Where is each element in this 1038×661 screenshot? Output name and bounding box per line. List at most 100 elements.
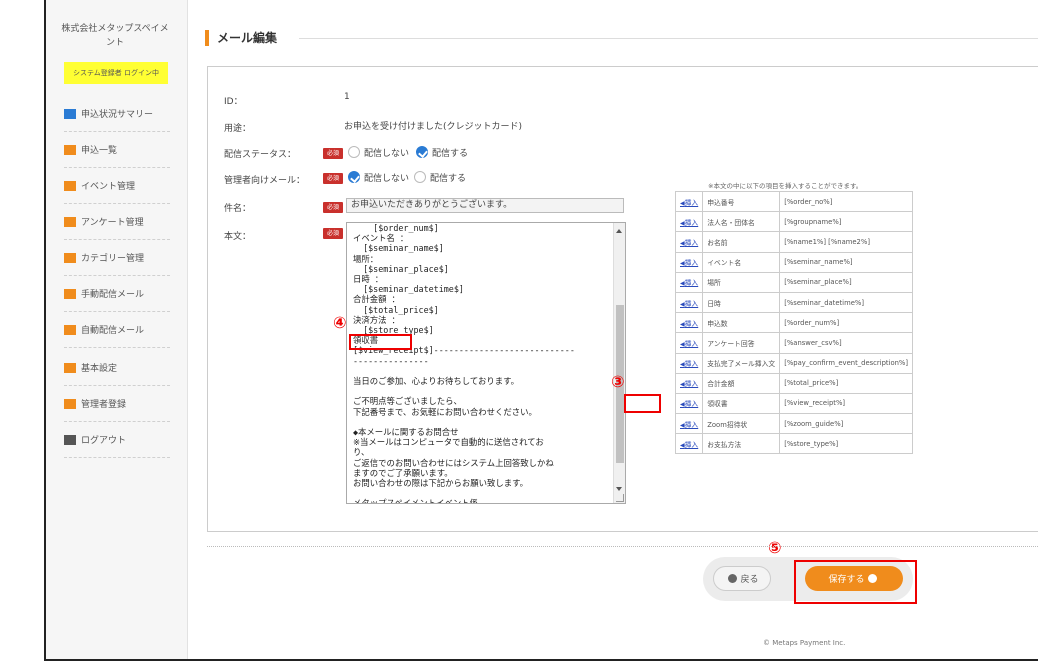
sidebar-item-label: ログアウト (81, 436, 127, 446)
required-badge: 必須 (323, 173, 343, 184)
back-button[interactable]: 戻る (713, 566, 771, 591)
sidebar-item-label: 申込状況サマリー (81, 110, 154, 120)
admin-no-radio[interactable] (348, 171, 360, 183)
insert-row: 挿入お名前[%name1%] [%name2%] (674, 231, 914, 253)
insert-link[interactable]: 挿入 (680, 320, 698, 328)
sidebar-item-3[interactable]: イベント管理 (64, 168, 170, 204)
status-yes-label: 配信する (432, 149, 469, 159)
insert-row: 挿入合計金額[%total_price%] (674, 372, 914, 394)
subject-input[interactable]: お申込いただきありがとうございます。 (346, 198, 624, 213)
annotation-box-3 (624, 394, 661, 413)
insert-link-cell: 挿入 (674, 413, 704, 435)
sidebar-item-7[interactable]: 自動配信メール (64, 312, 170, 348)
admin-yes-label: 配信する (430, 174, 467, 184)
insert-item-name: 合計金額 (702, 372, 781, 394)
insert-link[interactable]: 挿入 (680, 441, 698, 449)
company-name: 株式会社メタップスペイメント (61, 24, 169, 48)
insert-row: 挿入申込番号[%order_no%] (674, 190, 914, 213)
sidebar-item-5[interactable]: カテゴリー管理 (64, 240, 170, 276)
status-no-label: 配信しない (364, 149, 410, 159)
insert-link-cell: 挿入 (674, 190, 704, 213)
insert-item-name: 申込番号 (702, 190, 781, 213)
insert-item-name: 支払完了メール挿入文 (702, 352, 781, 374)
sidebar-item-10[interactable]: ログアウト (64, 422, 170, 458)
insert-link[interactable]: 挿入 (680, 400, 698, 408)
insert-item-tag: [%seminar_place%] (779, 271, 914, 293)
title-divider (299, 38, 1038, 39)
insert-item-name: 法人名・団体名 (702, 211, 781, 233)
page-header: メール編集 (205, 30, 1038, 46)
insert-item-name: 申込数 (702, 312, 781, 334)
sidebar-item-1[interactable]: 申込状況サマリー (64, 96, 170, 132)
users-icon (64, 398, 76, 409)
status-yes-radio[interactable] (416, 146, 428, 158)
subject-label: 件名： (224, 204, 252, 214)
scroll-up-arrow-icon[interactable] (616, 229, 622, 233)
insert-link[interactable]: 挿入 (680, 360, 698, 368)
insert-link-cell: 挿入 (674, 251, 704, 273)
insert-item-tag: [%pay_confirm_event_description%] (779, 352, 914, 374)
insert-link[interactable]: 挿入 (680, 199, 698, 207)
id-value: 1 (344, 92, 350, 102)
sidebar-item-label: 自動配信メール (81, 326, 145, 336)
insert-link-cell: 挿入 (674, 271, 704, 293)
id-label: ID： (224, 97, 243, 107)
back-button-label: 戻る (740, 575, 759, 585)
insert-link[interactable]: 挿入 (680, 340, 698, 348)
sidebar-item-label: イベント管理 (81, 182, 136, 192)
insert-row: 挿入申込数[%order_num%] (674, 312, 914, 334)
scroll-down-arrow-icon[interactable] (616, 487, 622, 491)
title-accent-bar (205, 30, 209, 46)
insert-row: 挿入アンケート回答[%answer_csv%] (674, 332, 914, 354)
annotation-number-4: ④ (333, 313, 347, 332)
insert-link-cell: 挿入 (674, 372, 704, 394)
insert-link[interactable]: 挿入 (680, 380, 698, 388)
admin-mail-label: 管理者向けメール： (224, 176, 306, 186)
insert-item-tag: [%total_price%] (779, 372, 914, 394)
annotation-number-3: ③ (611, 372, 625, 391)
insert-item-name: 場所 (702, 271, 781, 293)
sidebar-item-label: カテゴリー管理 (81, 254, 145, 264)
insert-link-cell: 挿入 (674, 332, 704, 354)
sidebar-item-8[interactable]: 基本設定 (64, 350, 170, 386)
insert-row: 挿入法人名・団体名[%groupname%] (674, 211, 914, 233)
insert-row: 挿入支払完了メール挿入文[%pay_confirm_event_descript… (674, 352, 914, 374)
textarea-scrollbar[interactable] (613, 223, 625, 503)
insert-link[interactable]: 挿入 (680, 219, 698, 227)
insert-link-cell: 挿入 (674, 211, 704, 233)
sidebar-item-6[interactable]: 手動配信メール (64, 276, 170, 312)
insert-item-tag: [%view_receipt%] (779, 392, 914, 415)
resize-grip-icon[interactable] (616, 494, 624, 502)
login-status-badge: システム登録者 ログイン中 (64, 62, 168, 84)
insert-item-tag: [%seminar_name%] (779, 251, 914, 273)
body-label: 本文： (224, 232, 252, 242)
required-badge: 必須 (323, 228, 343, 239)
admin-yes-radio[interactable] (414, 171, 426, 183)
sidebar-item-2[interactable]: 申込一覧 (64, 132, 170, 168)
insert-link[interactable]: 挿入 (680, 279, 698, 287)
rss-icon (64, 288, 76, 299)
sidebar-item-4[interactable]: アンケート管理 (64, 204, 170, 240)
sidebar-item-9[interactable]: 管理者登録 (64, 386, 170, 422)
insert-link[interactable]: 挿入 (680, 259, 698, 267)
insert-item-name: 日時 (702, 291, 781, 314)
insert-link[interactable]: 挿入 (680, 239, 698, 247)
sidebar-item-label: 手動配信メール (81, 290, 145, 300)
body-textarea[interactable]: [$order_num$] イベント名 ： [$seminar_name$] 場… (346, 222, 626, 504)
page-title: メール編集 (217, 31, 278, 45)
annotation-box-5 (794, 560, 917, 604)
insert-row: 挿入 Zoom招待状[%zoom_guide%] (674, 413, 914, 435)
list-icon (64, 252, 76, 263)
insert-link[interactable]: 挿入 (680, 300, 698, 308)
section-divider (207, 546, 1038, 547)
insert-item-tag: [%groupname%] (779, 211, 914, 233)
insert-item-name: アンケート回答 (702, 332, 781, 354)
grid-icon (64, 180, 76, 191)
usage-value: お申込を受け付けました(クレジットカード) (344, 122, 523, 132)
status-no-radio[interactable] (348, 146, 360, 158)
annotation-number-5: ⑤ (768, 538, 782, 557)
gears-icon (64, 362, 76, 373)
insert-link[interactable]: 挿入 (680, 421, 698, 429)
admin-no-label: 配信しない (364, 174, 410, 184)
bar-chart-icon (64, 108, 76, 119)
